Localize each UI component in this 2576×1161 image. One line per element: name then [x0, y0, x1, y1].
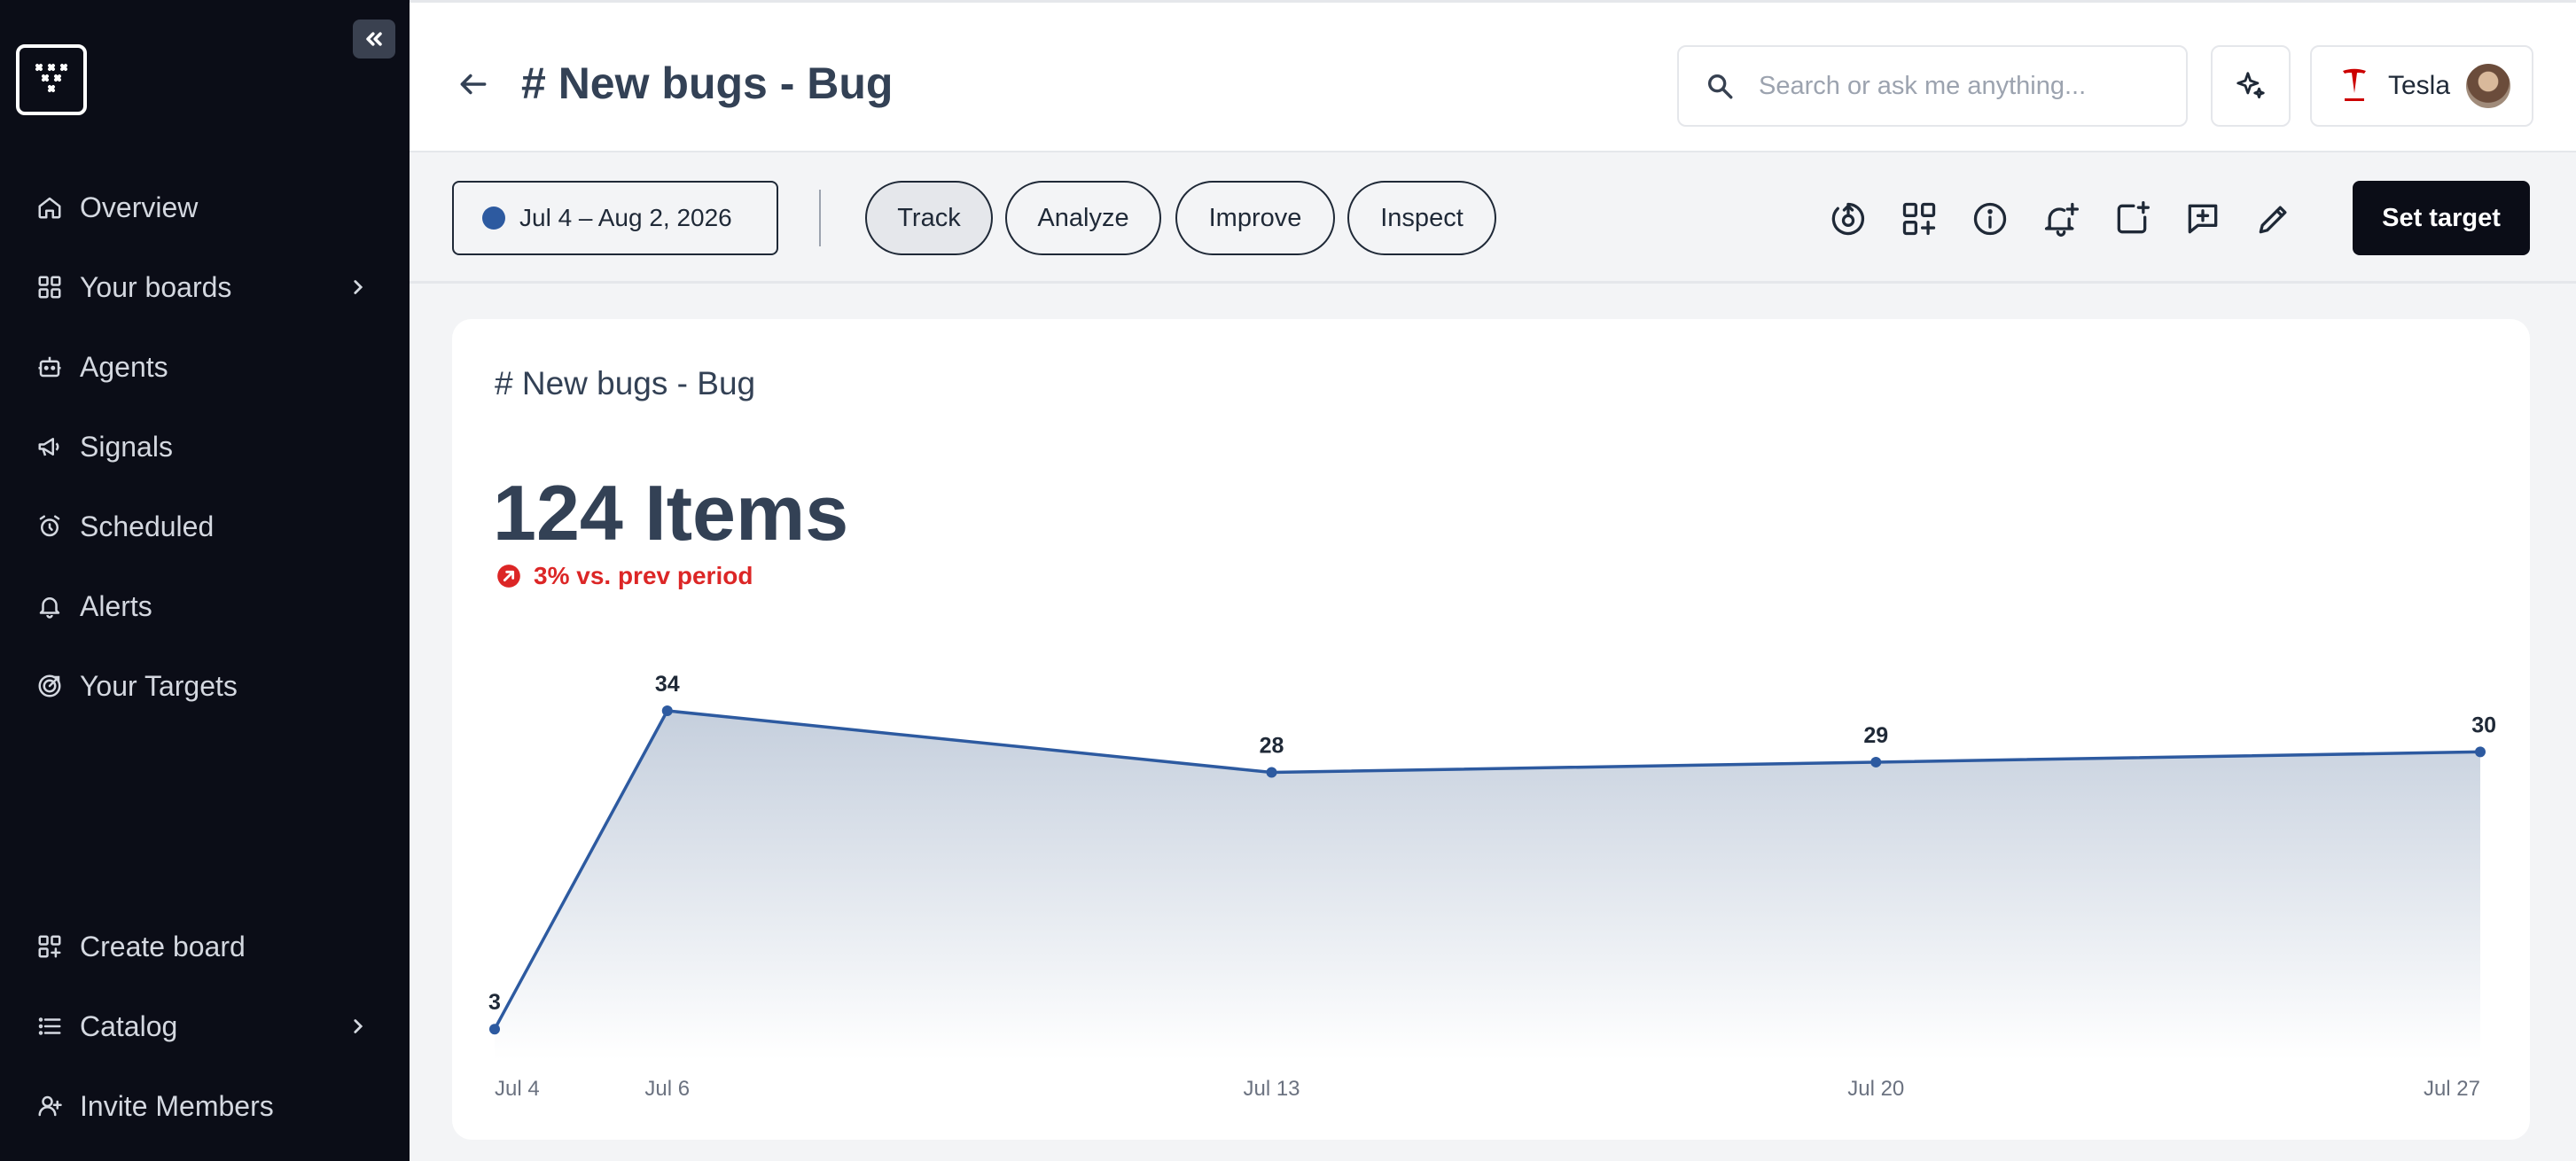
- org-name: Tesla: [2388, 71, 2451, 100]
- sidebar-item-label: Signals: [80, 430, 173, 463]
- org-switcher[interactable]: Tesla: [2310, 45, 2533, 127]
- toolbar: Jul 4 – Aug 2, 2026 Track Analyze Improv…: [410, 152, 2576, 284]
- add-alert-button[interactable]: [2039, 197, 2083, 241]
- sidebar: Overview Your boards Agents Signals Sche…: [0, 0, 410, 1161]
- metric-card: # New bugs - Bug 124 Items 3% vs. prev p…: [452, 319, 2530, 1140]
- pencil-icon: [2259, 206, 2287, 234]
- set-target-button[interactable]: Set target: [2353, 181, 2530, 255]
- page-title: # New bugs - Bug: [521, 58, 894, 108]
- data-label: 30: [2471, 713, 2496, 737]
- alarm-clock-icon: [32, 509, 67, 544]
- data-point[interactable]: [661, 705, 673, 716]
- back-button[interactable]: [454, 65, 493, 104]
- area-chart: 3 Jul 4 34 Jul 6 28 Jul 13 29 Jul 20 30 Jul 27: [488, 672, 2496, 1101]
- user-plus-icon: [32, 1088, 67, 1124]
- tab-analyze[interactable]: Analyze: [1005, 181, 1161, 255]
- tesla-logo-icon: [2337, 66, 2372, 105]
- data-point[interactable]: [1266, 767, 1277, 778]
- add-widget-button[interactable]: [2110, 197, 2154, 241]
- search-box[interactable]: [1677, 45, 2188, 127]
- sidebar-item-agents[interactable]: Agents: [32, 342, 168, 392]
- sidebar-item-invite-members[interactable]: Invite Members: [32, 1081, 274, 1131]
- search-icon: [1702, 68, 1737, 104]
- tab-improve[interactable]: Improve: [1175, 181, 1335, 255]
- data-point[interactable]: [2475, 746, 2486, 758]
- series-color-dot: [482, 206, 505, 230]
- area-fill: [495, 711, 2480, 1060]
- info-icon: [1973, 202, 2007, 236]
- sidebar-item-overview[interactable]: Overview: [32, 183, 198, 232]
- home-icon: [32, 190, 67, 225]
- tab-inspect[interactable]: Inspect: [1347, 181, 1496, 255]
- sidebar-item-your-boards[interactable]: Your boards: [32, 262, 378, 312]
- chevron-right-icon: [340, 1009, 376, 1044]
- arrow-left-icon: [460, 74, 487, 95]
- header: # New bugs - Bug Tesla: [410, 0, 2576, 152]
- data-point[interactable]: [489, 1024, 500, 1035]
- sidebar-item-label: Catalog: [80, 1009, 178, 1042]
- data-label: 29: [1863, 723, 1888, 748]
- x-tick-label: Jul 27: [2424, 1077, 2480, 1101]
- date-range-picker[interactable]: Jul 4 – Aug 2, 2026: [452, 181, 778, 255]
- sidebar-item-scheduled[interactable]: Scheduled: [32, 502, 214, 551]
- sparkle-icon: [2236, 72, 2265, 99]
- date-range-label: Jul 4 – Aug 2, 2026: [519, 204, 732, 231]
- add-comment-button[interactable]: [2181, 197, 2225, 241]
- sidebar-item-catalog[interactable]: Catalog: [32, 1001, 378, 1051]
- sidebar-item-your-targets[interactable]: Your Targets: [32, 661, 238, 711]
- square-plus-icon: [2117, 201, 2150, 234]
- search-input[interactable]: [1759, 71, 2149, 101]
- sidebar-item-label: Overview: [80, 191, 199, 223]
- bell-plus-icon: [2044, 202, 2079, 237]
- sidebar-item-create-board[interactable]: Create board: [32, 922, 246, 971]
- target-icon: [32, 668, 67, 704]
- sidebar-item-label: Create board: [80, 930, 246, 962]
- megaphone-icon: [32, 429, 67, 464]
- double-chevron-left-icon: [366, 32, 382, 46]
- logo-icon: [35, 64, 67, 92]
- data-point[interactable]: [1870, 756, 1882, 768]
- data-label: 34: [655, 672, 680, 697]
- sidebar-item-alerts[interactable]: Alerts: [32, 581, 152, 631]
- sidebar-item-label: Your Targets: [80, 669, 238, 702]
- bell-icon: [32, 588, 67, 624]
- info-button[interactable]: [1968, 197, 2012, 241]
- chevron-right-icon: [340, 269, 376, 305]
- sidebar-item-label: Alerts: [80, 589, 152, 622]
- avatar[interactable]: [2466, 64, 2511, 108]
- focus-icon: [1831, 202, 1864, 236]
- x-tick-label: Jul 4: [495, 1077, 540, 1101]
- divider: [819, 190, 821, 246]
- main-content: # New bugs - Bug Tesla Jul 4 – Aug 2, 20…: [410, 0, 2576, 1161]
- sidebar-item-signals[interactable]: Signals: [32, 422, 173, 471]
- ai-assistant-button[interactable]: [2211, 45, 2291, 127]
- x-tick-label: Jul 6: [644, 1077, 690, 1101]
- edit-button[interactable]: [2252, 197, 2296, 241]
- app-logo[interactable]: [16, 44, 87, 115]
- collapse-sidebar-button[interactable]: [353, 19, 395, 58]
- data-label: 3: [488, 990, 501, 1015]
- grid-plus-icon: [1902, 202, 1936, 236]
- sidebar-item-label: Invite Members: [80, 1089, 274, 1122]
- sidebar-item-label: Your boards: [80, 270, 232, 303]
- data-label: 28: [1260, 734, 1284, 759]
- bot-icon: [32, 349, 67, 385]
- x-tick-label: Jul 13: [1243, 1077, 1300, 1101]
- sidebar-item-label: Scheduled: [80, 510, 215, 542]
- x-tick-label: Jul 20: [1847, 1077, 1904, 1101]
- add-to-board-button[interactable]: [1897, 197, 1941, 241]
- list-icon: [32, 1009, 67, 1044]
- grid-plus-icon: [32, 929, 67, 964]
- drilldown-button[interactable]: [1826, 197, 1870, 241]
- grid-icon: [32, 269, 67, 305]
- tab-track[interactable]: Track: [865, 181, 993, 255]
- sidebar-item-label: Agents: [80, 350, 168, 383]
- message-plus-icon: [2188, 204, 2218, 234]
